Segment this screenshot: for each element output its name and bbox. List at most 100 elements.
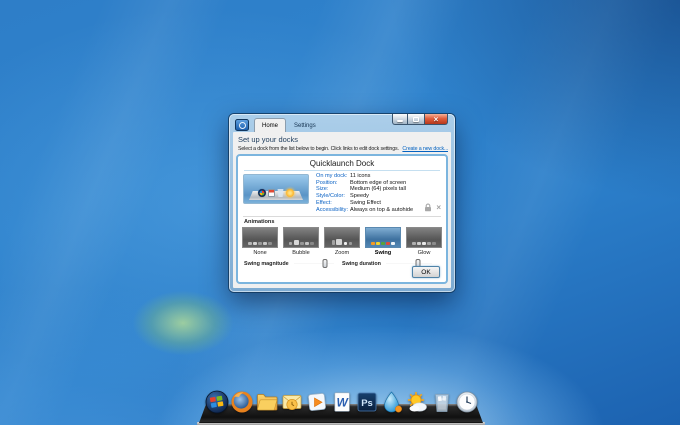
animations-label: Animations <box>244 219 275 225</box>
maximize-icon <box>413 116 419 122</box>
tab-settings-label: Settings <box>294 123 316 129</box>
swing-magnitude-label: Swing magnitude <box>244 260 289 267</box>
folder-icon[interactable] <box>255 390 279 414</box>
animation-option: Bubble <box>283 227 319 256</box>
mini-icon <box>305 241 309 245</box>
mini-icon <box>336 239 342 245</box>
swing-duration-label: Swing duration <box>342 260 381 267</box>
ok-button[interactable]: OK <box>412 266 440 278</box>
mini-icon <box>268 241 272 245</box>
swing-magnitude-slider-thumb[interactable] <box>322 259 328 268</box>
dock-settings-window: × Home Settings Set up your docks Select… <box>229 114 455 292</box>
effect-value: Swing Effect <box>350 199 381 206</box>
dock-summary: On my dock: 11 icons Position: Bottom ed… <box>238 171 446 215</box>
tab-strip: Home Settings <box>235 118 324 132</box>
mini-icon <box>422 241 426 245</box>
window-client-area: Set up your docks Select a dock from the… <box>233 132 451 288</box>
calendar-icon <box>268 189 275 197</box>
clock-icon[interactable] <box>455 390 479 414</box>
animation-bubble-label: Bubble <box>292 249 310 256</box>
mini-icon <box>417 241 421 245</box>
close-button[interactable]: × <box>424 114 448 125</box>
water-drop-icon[interactable] <box>380 390 404 414</box>
animation-options: None Bubble Zoom Swing Glow <box>238 227 446 256</box>
animation-zoom-thumbnail[interactable] <box>324 227 360 248</box>
weather-icon[interactable] <box>405 390 429 414</box>
dock-icons: W Ps <box>205 390 479 414</box>
recycle-bin-icon[interactable] <box>430 390 454 414</box>
animation-glow-thumbnail[interactable] <box>406 227 442 248</box>
photoshop-icon[interactable]: Ps <box>355 390 379 414</box>
size-link[interactable]: Size: <box>316 186 350 193</box>
svg-text:Ps: Ps <box>361 398 373 409</box>
mini-icon <box>376 241 380 245</box>
animation-swing-label: Swing <box>374 249 392 256</box>
dock: W Ps <box>0 381 680 425</box>
position-value: Bottom edge of screen <box>350 179 407 186</box>
accessibility-link[interactable]: Accessibility: <box>316 207 350 214</box>
style-color-link[interactable]: Style/Color: <box>316 193 350 200</box>
outlook-icon[interactable] <box>280 390 304 414</box>
dock-panel: Quicklaunch Dock On my dock: 11 icons Po… <box>236 154 448 284</box>
accessibility-value: Always on top & autohide <box>350 206 414 213</box>
swing-duration-slider[interactable] <box>385 259 432 268</box>
swing-magnitude-slider[interactable] <box>293 259 334 268</box>
mini-icon <box>288 241 292 245</box>
recycle-bin-icon <box>277 189 284 197</box>
mini-icon <box>310 241 314 245</box>
tab-settings[interactable]: Settings <box>286 118 324 132</box>
animation-glow-label: Glow <box>417 249 431 256</box>
firefox-icon[interactable] <box>230 390 254 414</box>
animation-option: None <box>242 227 278 256</box>
mini-dock <box>366 241 400 245</box>
media-player-icon[interactable] <box>305 390 329 414</box>
animation-none-label: None <box>253 249 267 256</box>
svg-text:W: W <box>337 396 350 410</box>
animation-option: Glow <box>406 227 442 256</box>
dock-panel-title: Quicklaunch Dock <box>309 159 375 168</box>
maximize-button[interactable] <box>408 114 424 125</box>
animation-swing-thumbnail[interactable] <box>365 227 401 248</box>
mini-dock <box>325 239 359 245</box>
animation-bubble-thumbnail[interactable] <box>283 227 319 248</box>
minimize-button[interactable] <box>392 114 408 125</box>
detail-row: Accessibility: Always on top & autohide <box>316 207 413 214</box>
dock-preview-thumbnail[interactable] <box>243 174 309 204</box>
mini-icon <box>348 241 352 245</box>
mini-icon <box>432 241 436 245</box>
detail-row: Style/Color: Speedy <box>316 193 413 200</box>
dock-tools: × <box>424 203 441 212</box>
tab-home-label: Home <box>262 123 279 129</box>
detail-row: Position: Bottom edge of screen <box>316 180 413 187</box>
mini-icon <box>293 240 299 245</box>
desktop: W Ps × Home Settings Set up your docks S… <box>0 0 680 425</box>
on-my-dock-link[interactable]: On my dock: <box>316 173 350 180</box>
mini-icon <box>412 241 416 245</box>
mini-icon <box>386 241 390 245</box>
effect-link[interactable]: Effect: <box>316 200 350 207</box>
word-icon[interactable]: W <box>330 390 354 414</box>
style-color-value: Speedy <box>350 193 369 200</box>
mini-icon <box>371 241 375 245</box>
objectdock-logo-icon <box>235 119 249 131</box>
mini-icon <box>427 241 431 245</box>
animation-none-thumbnail[interactable] <box>242 227 278 248</box>
windows-icon <box>258 189 266 197</box>
position-link[interactable]: Position: <box>316 180 350 187</box>
detail-row: Effect: Swing Effect <box>316 200 413 207</box>
mini-icon <box>343 241 347 245</box>
on-my-dock-value: 11 icons <box>350 173 371 179</box>
create-new-dock-link[interactable]: Create a new dock... <box>402 146 448 152</box>
close-icon: × <box>433 114 439 124</box>
window-controls: × <box>392 114 448 125</box>
tab-home[interactable]: Home <box>254 118 287 132</box>
detail-row: Size: Medium (64) pixels tall <box>316 186 413 193</box>
animation-option: Swing <box>365 227 401 256</box>
mini-icon <box>391 241 395 245</box>
delete-icon[interactable]: × <box>436 203 441 212</box>
swing-magnitude-group: Swing magnitude <box>244 259 342 268</box>
windows-icon[interactable] <box>205 390 229 414</box>
mini-icon <box>258 241 262 245</box>
lock-icon[interactable] <box>424 203 432 212</box>
instruction-text: Select a dock from the list below to beg… <box>238 146 399 152</box>
